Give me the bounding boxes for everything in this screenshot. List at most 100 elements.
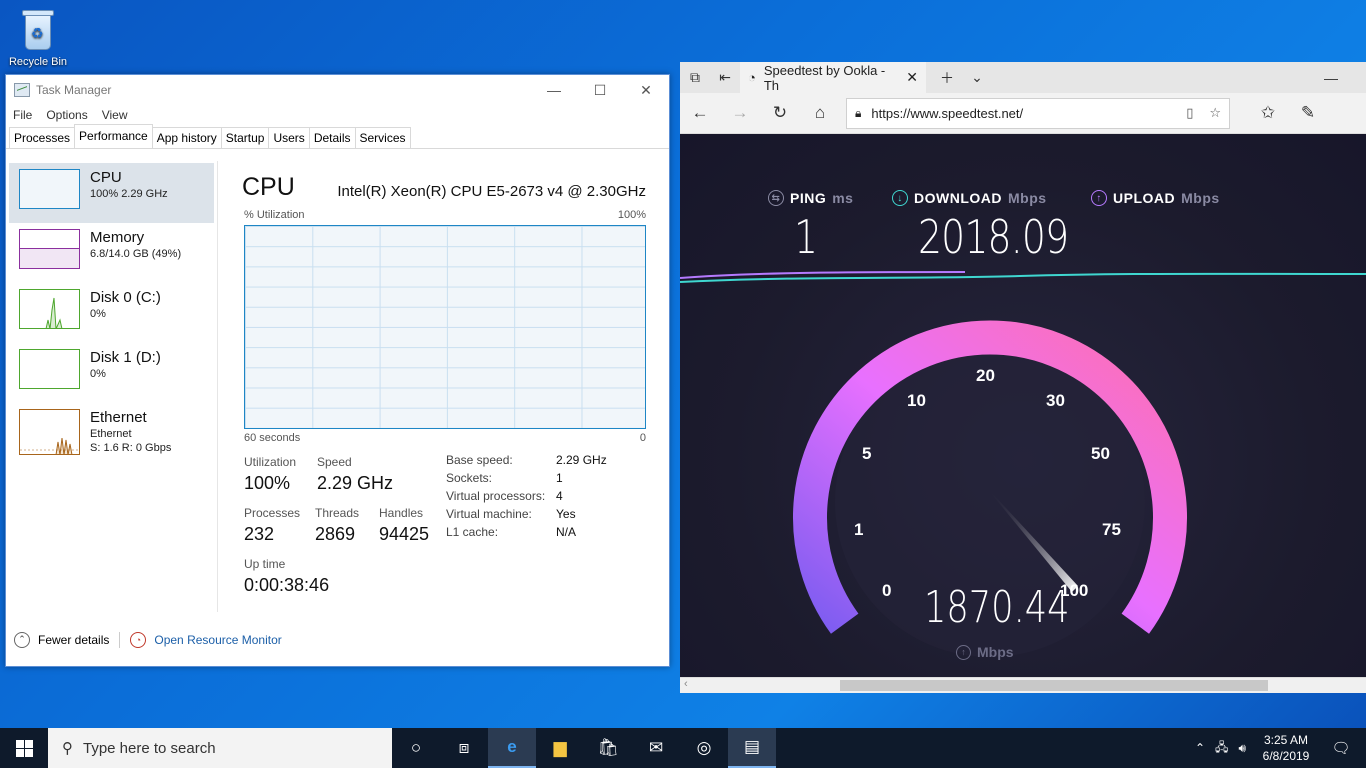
clock-date: 6/8/2019 bbox=[1262, 749, 1310, 763]
resource-disk0[interactable]: Disk 0 (C:) 0% bbox=[9, 283, 214, 343]
tab-details[interactable]: Details bbox=[308, 127, 356, 148]
resource-detail: 0% bbox=[90, 367, 106, 380]
browser-tab-title: Speedtest by Ookla - Th bbox=[763, 62, 886, 93]
show-hidden-icons-icon[interactable]: ⌃ bbox=[1195, 741, 1205, 755]
minimize-browser-button[interactable]: — bbox=[1316, 70, 1346, 86]
clock-time: 3:25 AM bbox=[1263, 732, 1309, 747]
back-icon[interactable]: ← bbox=[680, 103, 720, 123]
task-manager-window: Task Manager — ☐ ✕ File Options View Pro… bbox=[5, 74, 670, 667]
horizontal-scrollbar[interactable]: ‹ bbox=[680, 677, 1366, 693]
clock[interactable]: 3:25 AM 6/8/2019 bbox=[1256, 732, 1316, 764]
action-center-icon[interactable]: 🗨︎ bbox=[1326, 739, 1356, 757]
mail-icon[interactable]: ✉ bbox=[632, 728, 680, 768]
edge-browser-window: ⧉ ⇤ ◔ Speedtest by Ookla - Th ✕ ＋ ⌄ — ← … bbox=[680, 62, 1366, 693]
volume-icon[interactable]: 🔊︎ bbox=[1238, 741, 1246, 756]
tab-users[interactable]: Users bbox=[268, 127, 310, 148]
resource-disk1[interactable]: Disk 1 (D:) 0% bbox=[9, 343, 214, 403]
handles-value: 94425 bbox=[379, 524, 430, 544]
gauge-tick-label: 1 bbox=[854, 520, 864, 539]
address-row: ← → ↻ ⌂ 🔒︎ https://www.speedtest.net/ ▯ ☆… bbox=[680, 93, 1366, 134]
utilization-value: 100% bbox=[244, 473, 291, 493]
uptime-value: 0:00:38:46 bbox=[244, 575, 330, 595]
chevron-down-icon[interactable]: ⌄ bbox=[962, 69, 992, 86]
utilization-label: Utilization bbox=[244, 455, 297, 469]
chevron-up-icon[interactable]: ⌃ bbox=[14, 631, 30, 648]
recycle-bin-image: ♻ bbox=[21, 8, 55, 52]
tab-processes[interactable]: Processes bbox=[9, 127, 76, 148]
handles-label: Handles bbox=[379, 506, 424, 520]
notes-icon[interactable]: ✎ bbox=[1288, 103, 1328, 123]
cpu-model: Intel(R) Xeon(R) CPU E5-2673 v4 @ 2.30GH… bbox=[337, 183, 646, 200]
gauge-tick-label: 75 bbox=[1102, 520, 1121, 539]
disk1-thumbnail bbox=[19, 349, 80, 389]
detail-value: 4 bbox=[556, 489, 563, 503]
close-button[interactable]: ✕ bbox=[623, 75, 669, 105]
edge-taskbar-icon[interactable]: e bbox=[488, 728, 536, 768]
detail-row: L1 cache: N/A bbox=[446, 525, 607, 543]
tab-app-history[interactable]: App history bbox=[151, 127, 222, 148]
windows-logo-icon bbox=[15, 739, 33, 757]
time-min-label: 0 bbox=[639, 432, 646, 444]
menu-file[interactable]: File bbox=[13, 108, 32, 122]
new-tab-icon[interactable]: ＋ bbox=[932, 68, 962, 88]
minimize-button[interactable]: — bbox=[531, 75, 577, 105]
upload-small-icon: ↑ bbox=[956, 644, 971, 660]
scrollbar-thumb[interactable] bbox=[840, 680, 1268, 691]
address-bar[interactable]: 🔒︎ https://www.speedtest.net/ ▯ ☆ bbox=[846, 97, 1230, 129]
tab-services[interactable]: Services bbox=[354, 127, 411, 148]
threads-label: Threads bbox=[315, 506, 360, 520]
title-bar[interactable]: Task Manager — ☐ ✕ bbox=[6, 75, 669, 105]
maximize-button[interactable]: ☐ bbox=[577, 75, 623, 105]
cpu-thumbnail bbox=[19, 169, 80, 209]
recycle-bin-label: Recycle Bin bbox=[8, 56, 68, 68]
forward-icon[interactable]: → bbox=[720, 103, 760, 123]
ethernet-thumbnail bbox=[19, 409, 80, 455]
tab-performance[interactable]: Performance bbox=[74, 124, 153, 148]
menu-options[interactable]: Options bbox=[46, 108, 87, 122]
speedtest-page: ⇆ PING ms 1 ↓ DOWNLOAD Mbps 2018.09 ↑ UP… bbox=[680, 134, 1366, 677]
close-tab-icon[interactable]: ✕ bbox=[906, 69, 918, 86]
detail-row: Base speed: 2.29 GHz bbox=[446, 453, 607, 471]
favorite-star-icon[interactable]: ☆ bbox=[1209, 105, 1221, 121]
tab-preview-icon[interactable]: ⧉ bbox=[680, 69, 710, 86]
cpu-heading: CPU bbox=[242, 173, 295, 201]
resource-cpu[interactable]: CPU 100% 2.29 GHz bbox=[9, 163, 214, 223]
store-icon[interactable]: 🛍︎ bbox=[584, 728, 632, 768]
start-button[interactable] bbox=[0, 728, 48, 768]
browser-tab[interactable]: ◔ Speedtest by Ookla - Th ✕ bbox=[740, 62, 926, 93]
speedtest-app-icon[interactable]: ◎ bbox=[680, 728, 728, 768]
resource-detail: Ethernet bbox=[90, 427, 132, 440]
gauge-tick-label: 50 bbox=[1091, 444, 1110, 463]
search-placeholder: Type here to search bbox=[83, 739, 216, 757]
reading-view-icon[interactable]: ▯ bbox=[1186, 105, 1193, 121]
task-manager-taskbar-icon[interactable]: ▤ bbox=[728, 728, 776, 768]
taskbar-search-box[interactable]: ⚲ Type here to search bbox=[48, 728, 392, 768]
resource-ethernet[interactable]: Ethernet Ethernet S: 1.6 R: 0 Gbps bbox=[9, 403, 214, 473]
resource-memory[interactable]: Memory 6.8/14.0 GB (49%) bbox=[9, 223, 214, 283]
fewer-details-link[interactable]: Fewer details bbox=[38, 633, 109, 647]
refresh-icon[interactable]: ↻ bbox=[760, 103, 800, 123]
recycle-bin-icon[interactable]: ♻ Recycle Bin bbox=[6, 8, 70, 68]
cortana-icon[interactable]: ○ bbox=[392, 728, 440, 768]
menu-view[interactable]: View bbox=[102, 108, 128, 122]
network-icon[interactable]: 🖧︎ bbox=[1215, 738, 1228, 759]
tab-startup[interactable]: Startup bbox=[220, 127, 270, 148]
favorites-hub-icon[interactable]: ✩ bbox=[1248, 103, 1288, 123]
task-view-icon[interactable]: ⧈ bbox=[440, 728, 488, 768]
cpu-panel: CPU Intel(R) Xeon(R) CPU E5-2673 v4 @ 2.… bbox=[242, 161, 652, 613]
speed-unit: ↑ Mbps bbox=[956, 644, 1014, 660]
scroll-left-icon[interactable]: ‹ bbox=[684, 678, 688, 690]
speed-value: 2.29 GHz bbox=[317, 473, 394, 493]
set-aside-tabs-icon[interactable]: ⇤ bbox=[710, 69, 740, 86]
gauge-tick-label: 10 bbox=[907, 391, 926, 410]
detail-key: Base speed: bbox=[446, 453, 513, 467]
file-explorer-icon[interactable]: ▆ bbox=[536, 728, 584, 768]
detail-value: N/A bbox=[556, 525, 577, 539]
search-icon: ⚲ bbox=[62, 740, 73, 757]
resource-detail: 6.8/14.0 GB (49%) bbox=[90, 247, 182, 260]
speed-unit-label: Mbps bbox=[977, 644, 1014, 660]
open-resource-monitor-link[interactable]: Open Resource Monitor bbox=[154, 633, 281, 647]
home-icon[interactable]: ⌂ bbox=[800, 103, 840, 123]
detail-key: Virtual machine: bbox=[446, 507, 532, 521]
detail-key: Virtual processors: bbox=[446, 489, 546, 503]
